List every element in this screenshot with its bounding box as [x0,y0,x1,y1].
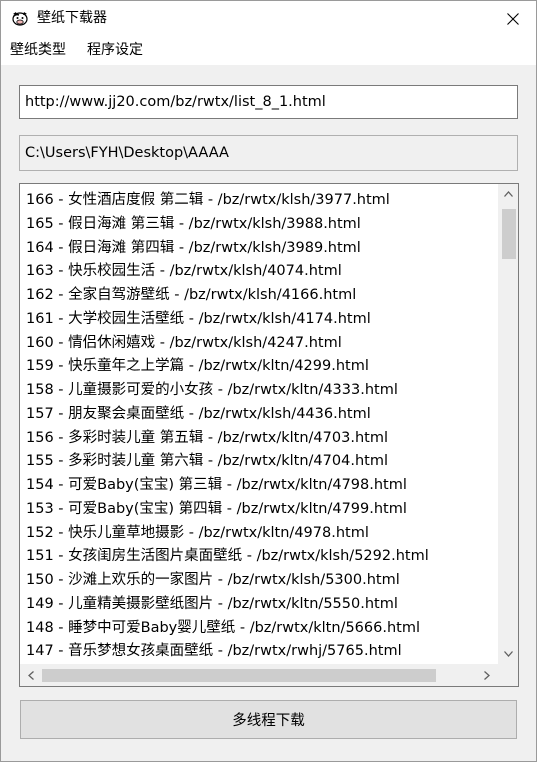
wallpaper-list-items: 166 - 女性酒店度假 第二辑 - /bz/rwtx/klsh/3977.ht… [20,189,495,664]
list-item[interactable]: 163 - 快乐校园生活 - /bz/rwtx/klsh/4074.html [20,260,495,284]
horizontal-scroll-thumb[interactable] [42,669,436,682]
wallpaper-list[interactable]: 166 - 女性酒店度假 第二辑 - /bz/rwtx/klsh/3977.ht… [19,183,519,687]
close-icon [507,6,519,30]
list-item[interactable]: 157 - 朋友聚会桌面壁纸 - /bz/rwtx/klsh/4436.html [20,403,495,427]
title-bar[interactable]: 壁纸下载器 [1,1,536,35]
list-item[interactable]: 164 - 假日海滩 第四辑 - /bz/rwtx/klsh/3989.html [20,237,495,261]
scroll-left-arrow-icon[interactable] [20,664,42,686]
list-item[interactable]: 161 - 大学校园生活壁纸 - /bz/rwtx/klsh/4174.html [20,308,495,332]
list-item[interactable]: 148 - 睡梦中可爱Baby婴儿壁纸 - /bz/rwtx/kltn/5666… [20,617,495,641]
list-item[interactable]: 156 - 多彩时装儿童 第五辑 - /bz/rwtx/kltn/4703.ht… [20,427,495,451]
scroll-right-arrow-icon[interactable] [476,664,498,686]
save-path-field[interactable]: C:\Users\FYH\Desktop\AAAA [19,135,518,171]
list-item[interactable]: 162 - 全家自驾游壁纸 - /bz/rwtx/klsh/4166.html [20,284,495,308]
cow-icon [11,10,29,26]
url-input[interactable]: http://www.jj20.com/bz/rwtx/list_8_1.htm… [19,85,518,119]
list-item[interactable]: 151 - 女孩闺房生活图片桌面壁纸 - /bz/rwtx/klsh/5292.… [20,545,495,569]
list-item[interactable]: 160 - 情侣休闲嬉戏 - /bz/rwtx/klsh/4247.html [20,332,495,356]
menu-program-settings[interactable]: 程序设定 [87,41,143,59]
list-item[interactable]: 159 - 快乐童年之上学篇 - /bz/rwtx/kltn/4299.html [20,355,495,379]
multithread-download-button[interactable]: 多线程下载 [20,700,517,739]
scroll-down-arrow-icon[interactable] [498,644,518,664]
list-item[interactable]: 147 - 音乐梦想女孩桌面壁纸 - /bz/rwtx/rwhj/5765.ht… [20,640,495,664]
horizontal-scrollbar[interactable] [20,664,498,686]
close-button[interactable] [490,1,536,35]
menu-wallpaper-type[interactable]: 壁纸类型 [10,41,66,59]
list-item[interactable]: 158 - 儿童摄影可爱的小女孩 - /bz/rwtx/kltn/4333.ht… [20,379,495,403]
menu-bar: 壁纸类型 程序设定 [1,35,536,65]
list-item[interactable]: 153 - 可爱Baby(宝宝) 第四辑 - /bz/rwtx/kltn/479… [20,498,495,522]
list-item[interactable]: 149 - 儿童精美摄影壁纸图片 - /bz/rwtx/kltn/5550.ht… [20,593,495,617]
list-item[interactable]: 152 - 快乐儿童草地摄影 - /bz/rwtx/kltn/4978.html [20,522,495,546]
vertical-scroll-thumb[interactable] [502,209,516,259]
list-item[interactable]: 165 - 假日海滩 第三辑 - /bz/rwtx/klsh/3988.html [20,213,495,237]
list-item[interactable]: 166 - 女性酒店度假 第二辑 - /bz/rwtx/klsh/3977.ht… [20,189,495,213]
vertical-scrollbar[interactable] [498,184,518,664]
list-item[interactable]: 155 - 多彩时装儿童 第六辑 - /bz/rwtx/kltn/4704.ht… [20,450,495,474]
scroll-up-arrow-icon[interactable] [498,184,518,204]
list-item[interactable]: 150 - 沙滩上欢乐的一家图片 - /bz/rwtx/klsh/5300.ht… [20,569,495,593]
list-item[interactable]: 154 - 可爱Baby(宝宝) 第三辑 - /bz/rwtx/kltn/479… [20,474,495,498]
scrollbar-corner [498,664,518,686]
window-title: 壁纸下载器 [37,10,107,26]
